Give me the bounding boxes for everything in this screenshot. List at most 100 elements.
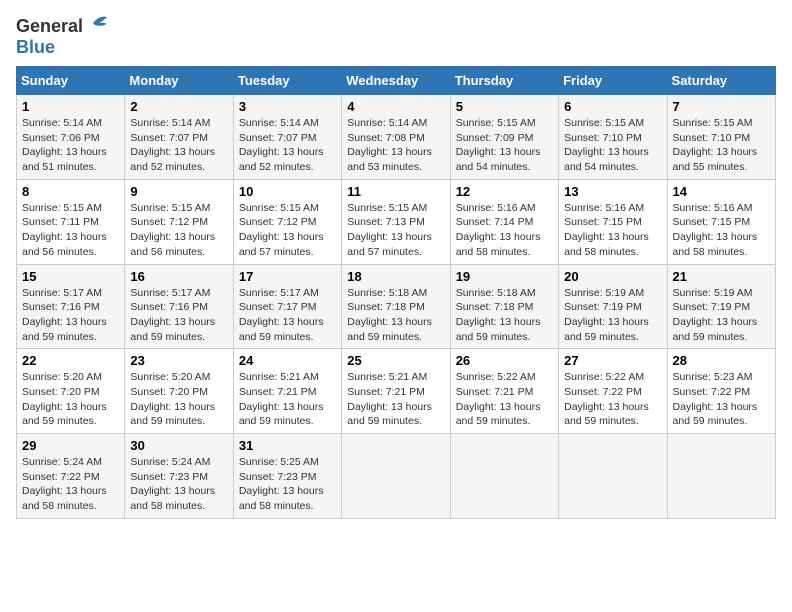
calendar-cell: 27 Sunrise: 5:22 AMSunset: 7:22 PMDaylig… <box>559 349 667 434</box>
logo: General Blue <box>16 16 109 58</box>
calendar-cell: 5 Sunrise: 5:15 AMSunset: 7:09 PMDayligh… <box>450 95 558 180</box>
calendar-header-friday: Friday <box>559 67 667 95</box>
day-number: 2 <box>130 99 227 114</box>
calendar-cell <box>450 434 558 519</box>
day-number: 13 <box>564 184 661 199</box>
calendar-header-row: SundayMondayTuesdayWednesdayThursdayFrid… <box>17 67 776 95</box>
calendar-cell: 30 Sunrise: 5:24 AMSunset: 7:23 PMDaylig… <box>125 434 233 519</box>
day-info: Sunrise: 5:21 AMSunset: 7:21 PMDaylight:… <box>239 371 324 427</box>
day-number: 16 <box>130 269 227 284</box>
day-info: Sunrise: 5:15 AMSunset: 7:11 PMDaylight:… <box>22 202 107 258</box>
day-info: Sunrise: 5:24 AMSunset: 7:23 PMDaylight:… <box>130 456 215 512</box>
logo-blue-text: Blue <box>16 37 55 58</box>
day-info: Sunrise: 5:16 AMSunset: 7:15 PMDaylight:… <box>673 202 758 258</box>
calendar-cell: 12 Sunrise: 5:16 AMSunset: 7:14 PMDaylig… <box>450 179 558 264</box>
day-number: 17 <box>239 269 336 284</box>
day-info: Sunrise: 5:14 AMSunset: 7:07 PMDaylight:… <box>239 117 324 173</box>
day-number: 22 <box>22 353 119 368</box>
day-info: Sunrise: 5:23 AMSunset: 7:22 PMDaylight:… <box>673 371 758 427</box>
day-number: 6 <box>564 99 661 114</box>
calendar-cell: 23 Sunrise: 5:20 AMSunset: 7:20 PMDaylig… <box>125 349 233 434</box>
calendar-week-row: 22 Sunrise: 5:20 AMSunset: 7:20 PMDaylig… <box>17 349 776 434</box>
day-number: 10 <box>239 184 336 199</box>
calendar-cell: 1 Sunrise: 5:14 AMSunset: 7:06 PMDayligh… <box>17 95 125 180</box>
calendar-cell: 25 Sunrise: 5:21 AMSunset: 7:21 PMDaylig… <box>342 349 450 434</box>
calendar-cell: 19 Sunrise: 5:18 AMSunset: 7:18 PMDaylig… <box>450 264 558 349</box>
day-number: 9 <box>130 184 227 199</box>
calendar-cell: 26 Sunrise: 5:22 AMSunset: 7:21 PMDaylig… <box>450 349 558 434</box>
calendar-cell: 13 Sunrise: 5:16 AMSunset: 7:15 PMDaylig… <box>559 179 667 264</box>
day-info: Sunrise: 5:14 AMSunset: 7:08 PMDaylight:… <box>347 117 432 173</box>
day-info: Sunrise: 5:16 AMSunset: 7:15 PMDaylight:… <box>564 202 649 258</box>
calendar-cell: 29 Sunrise: 5:24 AMSunset: 7:22 PMDaylig… <box>17 434 125 519</box>
calendar-cell: 31 Sunrise: 5:25 AMSunset: 7:23 PMDaylig… <box>233 434 341 519</box>
day-info: Sunrise: 5:15 AMSunset: 7:10 PMDaylight:… <box>673 117 758 173</box>
day-number: 28 <box>673 353 770 368</box>
day-number: 24 <box>239 353 336 368</box>
day-info: Sunrise: 5:18 AMSunset: 7:18 PMDaylight:… <box>347 287 432 343</box>
day-number: 25 <box>347 353 444 368</box>
day-number: 19 <box>456 269 553 284</box>
calendar-cell: 14 Sunrise: 5:16 AMSunset: 7:15 PMDaylig… <box>667 179 775 264</box>
calendar-cell: 20 Sunrise: 5:19 AMSunset: 7:19 PMDaylig… <box>559 264 667 349</box>
calendar-week-row: 1 Sunrise: 5:14 AMSunset: 7:06 PMDayligh… <box>17 95 776 180</box>
day-number: 14 <box>673 184 770 199</box>
day-info: Sunrise: 5:15 AMSunset: 7:13 PMDaylight:… <box>347 202 432 258</box>
calendar-week-row: 15 Sunrise: 5:17 AMSunset: 7:16 PMDaylig… <box>17 264 776 349</box>
calendar-header-saturday: Saturday <box>667 67 775 95</box>
day-info: Sunrise: 5:18 AMSunset: 7:18 PMDaylight:… <box>456 287 541 343</box>
calendar-cell: 28 Sunrise: 5:23 AMSunset: 7:22 PMDaylig… <box>667 349 775 434</box>
day-info: Sunrise: 5:22 AMSunset: 7:22 PMDaylight:… <box>564 371 649 427</box>
calendar-cell: 21 Sunrise: 5:19 AMSunset: 7:19 PMDaylig… <box>667 264 775 349</box>
calendar-cell: 9 Sunrise: 5:15 AMSunset: 7:12 PMDayligh… <box>125 179 233 264</box>
day-number: 1 <box>22 99 119 114</box>
day-info: Sunrise: 5:22 AMSunset: 7:21 PMDaylight:… <box>456 371 541 427</box>
calendar-cell: 6 Sunrise: 5:15 AMSunset: 7:10 PMDayligh… <box>559 95 667 180</box>
calendar-cell: 2 Sunrise: 5:14 AMSunset: 7:07 PMDayligh… <box>125 95 233 180</box>
calendar-header-sunday: Sunday <box>17 67 125 95</box>
day-number: 5 <box>456 99 553 114</box>
calendar-week-row: 29 Sunrise: 5:24 AMSunset: 7:22 PMDaylig… <box>17 434 776 519</box>
calendar-cell: 16 Sunrise: 5:17 AMSunset: 7:16 PMDaylig… <box>125 264 233 349</box>
day-info: Sunrise: 5:20 AMSunset: 7:20 PMDaylight:… <box>130 371 215 427</box>
calendar-header-tuesday: Tuesday <box>233 67 341 95</box>
day-info: Sunrise: 5:15 AMSunset: 7:09 PMDaylight:… <box>456 117 541 173</box>
calendar-cell <box>342 434 450 519</box>
day-number: 15 <box>22 269 119 284</box>
calendar-cell: 3 Sunrise: 5:14 AMSunset: 7:07 PMDayligh… <box>233 95 341 180</box>
day-number: 3 <box>239 99 336 114</box>
day-number: 4 <box>347 99 444 114</box>
day-number: 26 <box>456 353 553 368</box>
calendar-header-wednesday: Wednesday <box>342 67 450 95</box>
day-info: Sunrise: 5:17 AMSunset: 7:17 PMDaylight:… <box>239 287 324 343</box>
day-info: Sunrise: 5:21 AMSunset: 7:21 PMDaylight:… <box>347 371 432 427</box>
calendar-cell: 22 Sunrise: 5:20 AMSunset: 7:20 PMDaylig… <box>17 349 125 434</box>
day-number: 11 <box>347 184 444 199</box>
day-info: Sunrise: 5:15 AMSunset: 7:12 PMDaylight:… <box>130 202 215 258</box>
day-info: Sunrise: 5:14 AMSunset: 7:07 PMDaylight:… <box>130 117 215 173</box>
calendar-header-thursday: Thursday <box>450 67 558 95</box>
calendar-cell <box>559 434 667 519</box>
day-number: 7 <box>673 99 770 114</box>
page-header: General Blue <box>16 16 776 58</box>
day-number: 27 <box>564 353 661 368</box>
calendar-table: SundayMondayTuesdayWednesdayThursdayFrid… <box>16 66 776 519</box>
day-number: 12 <box>456 184 553 199</box>
calendar-cell: 4 Sunrise: 5:14 AMSunset: 7:08 PMDayligh… <box>342 95 450 180</box>
day-info: Sunrise: 5:19 AMSunset: 7:19 PMDaylight:… <box>564 287 649 343</box>
day-number: 23 <box>130 353 227 368</box>
day-number: 8 <box>22 184 119 199</box>
calendar-cell: 8 Sunrise: 5:15 AMSunset: 7:11 PMDayligh… <box>17 179 125 264</box>
calendar-week-row: 8 Sunrise: 5:15 AMSunset: 7:11 PMDayligh… <box>17 179 776 264</box>
day-info: Sunrise: 5:25 AMSunset: 7:23 PMDaylight:… <box>239 456 324 512</box>
day-info: Sunrise: 5:15 AMSunset: 7:10 PMDaylight:… <box>564 117 649 173</box>
logo-general-text: General <box>16 16 83 37</box>
calendar-cell: 11 Sunrise: 5:15 AMSunset: 7:13 PMDaylig… <box>342 179 450 264</box>
day-info: Sunrise: 5:24 AMSunset: 7:22 PMDaylight:… <box>22 456 107 512</box>
day-info: Sunrise: 5:16 AMSunset: 7:14 PMDaylight:… <box>456 202 541 258</box>
calendar-cell: 10 Sunrise: 5:15 AMSunset: 7:12 PMDaylig… <box>233 179 341 264</box>
day-info: Sunrise: 5:15 AMSunset: 7:12 PMDaylight:… <box>239 202 324 258</box>
calendar-cell: 15 Sunrise: 5:17 AMSunset: 7:16 PMDaylig… <box>17 264 125 349</box>
calendar-header-monday: Monday <box>125 67 233 95</box>
day-info: Sunrise: 5:19 AMSunset: 7:19 PMDaylight:… <box>673 287 758 343</box>
